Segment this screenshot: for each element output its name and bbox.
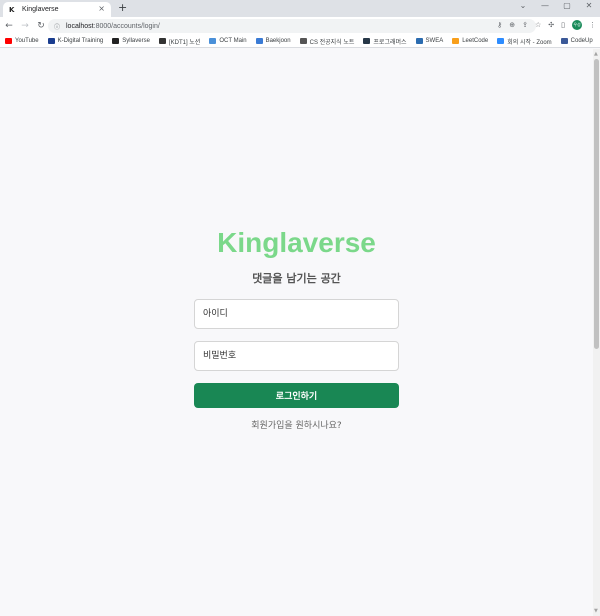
bookmark-label: LeetCode [462,38,489,44]
tab-title: Kinglaverse [22,6,59,13]
forward-button[interactable]: → [18,21,32,31]
bookmark-item[interactable]: 회의 시작 - Zoom [497,37,552,46]
new-tab-button[interactable]: + [118,1,127,14]
tab-kinglaverse[interactable]: K Kinglaverse × [3,2,111,17]
back-button[interactable]: ← [2,21,16,31]
page-scrollbar[interactable]: ▲ ▼ [593,49,600,616]
brand-title: Kinglaverse [217,227,376,258]
bookmark-item[interactable]: 프로그래머스 [363,37,407,46]
extensions-icon[interactable]: ✣ [548,21,554,29]
bookmark-item[interactable]: SWEA [415,38,444,44]
codeup-icon [560,38,568,44]
close-window-button[interactable]: ✕ [578,0,600,17]
tagline: 댓글을 남기는 공간 [252,272,341,285]
bookmark-label: [KDT1] 노션 [168,39,201,46]
reload-button[interactable]: ↻ [34,21,48,31]
baekjoon-icon [255,38,263,44]
url-host: localhost [66,22,94,30]
address-bar[interactable]: ⓘ localhost:8000/accounts/login/ [48,19,536,33]
bookmark-label: CodeUp [570,38,593,44]
leetcode-icon [452,38,460,44]
youtube-icon [5,38,12,44]
url-text: localhost:8000/accounts/login/ [66,23,160,30]
k-favicon-icon: K [9,5,15,14]
notion-icon [158,38,166,44]
syllaverse-icon [112,38,120,44]
sidepanel-icon[interactable]: ▯ [561,21,565,29]
tab-search-icon[interactable]: ⌄ [512,0,534,17]
bookmark-item[interactable]: Baekjoon [255,38,291,44]
profile-avatar[interactable]: 우성 [572,20,582,30]
window-controls: ⌄ — ▢ ✕ [512,0,600,17]
bookmark-label: 프로그래머스 [373,39,407,46]
toolbar-icons: ⚷ ⊕ ⇪ ☆ ✣ ▯ 우성 ⋮ [497,20,596,30]
tab-strip: K Kinglaverse × + ⌄ — ▢ ✕ [0,0,600,17]
login-button[interactable]: 로그인하기 [194,383,399,408]
bookmark-item[interactable]: [KDT1] 노션 [158,37,201,46]
scroll-thumb[interactable] [594,59,599,349]
bookmark-item[interactable]: YouTube [5,38,39,44]
info-icon[interactable]: ⓘ [54,22,62,31]
swea-icon [415,38,423,44]
bookmark-label: Syllaverse [122,38,150,44]
close-tab-icon[interactable]: × [98,4,105,13]
scroll-down-icon[interactable]: ▼ [594,608,598,614]
zoom-icon[interactable]: ⊕ [509,21,515,29]
maximize-button[interactable]: ▢ [556,0,578,17]
bookmark-item[interactable]: Syllaverse [112,38,150,44]
key-icon[interactable]: ⚷ [497,21,502,29]
zoom-icon [497,38,505,44]
oct-icon [209,38,217,44]
bookmark-label: YouTube [15,38,39,44]
browser-window: K Kinglaverse × + ⌄ — ▢ ✕ ← → ↻ ⓘ localh… [0,0,600,616]
bookmark-item[interactable]: K-Digital Training [47,38,104,44]
bookmark-label: OCT Main [219,38,247,44]
bookmarks-bar: YouTube K-Digital Training Syllaverse [KDT1… [0,35,600,48]
bookmark-item[interactable]: CS 전공지식 노트 [299,37,355,46]
minimize-button[interactable]: — [534,0,556,17]
book-icon [299,38,307,44]
bookmark-label: 회의 시작 - Zoom [507,39,552,46]
browser-toolbar: ← → ↻ ⓘ localhost:8000/accounts/login/ ⚷… [0,17,600,35]
scroll-up-icon[interactable]: ▲ [594,51,598,57]
programmers-icon [363,38,371,44]
share-icon[interactable]: ⇪ [522,21,528,29]
bookmark-item[interactable]: CodeUp [560,38,593,44]
login-page: Kinglaverse 댓글을 남기는 공간 로그인하기 회원가입을 원하시나요… [0,49,593,616]
bookmark-item[interactable]: LeetCode [452,38,488,44]
menu-icon[interactable]: ⋮ [589,21,596,29]
bookmark-label: SWEA [425,38,444,44]
kdt-icon [47,38,55,44]
bookmark-label: K-Digital Training [57,38,104,44]
url-path: :8000/accounts/login/ [93,22,160,30]
bookmark-star-icon[interactable]: ☆ [535,21,541,29]
password-input[interactable] [194,341,399,371]
bookmark-label: Baekjoon [265,38,291,44]
username-input[interactable] [194,299,399,329]
signup-link[interactable]: 회원가입을 원하시나요? [0,418,593,431]
bookmark-item[interactable]: OCT Main [209,38,247,44]
bookmark-label: CS 전공지식 노트 [309,39,355,46]
